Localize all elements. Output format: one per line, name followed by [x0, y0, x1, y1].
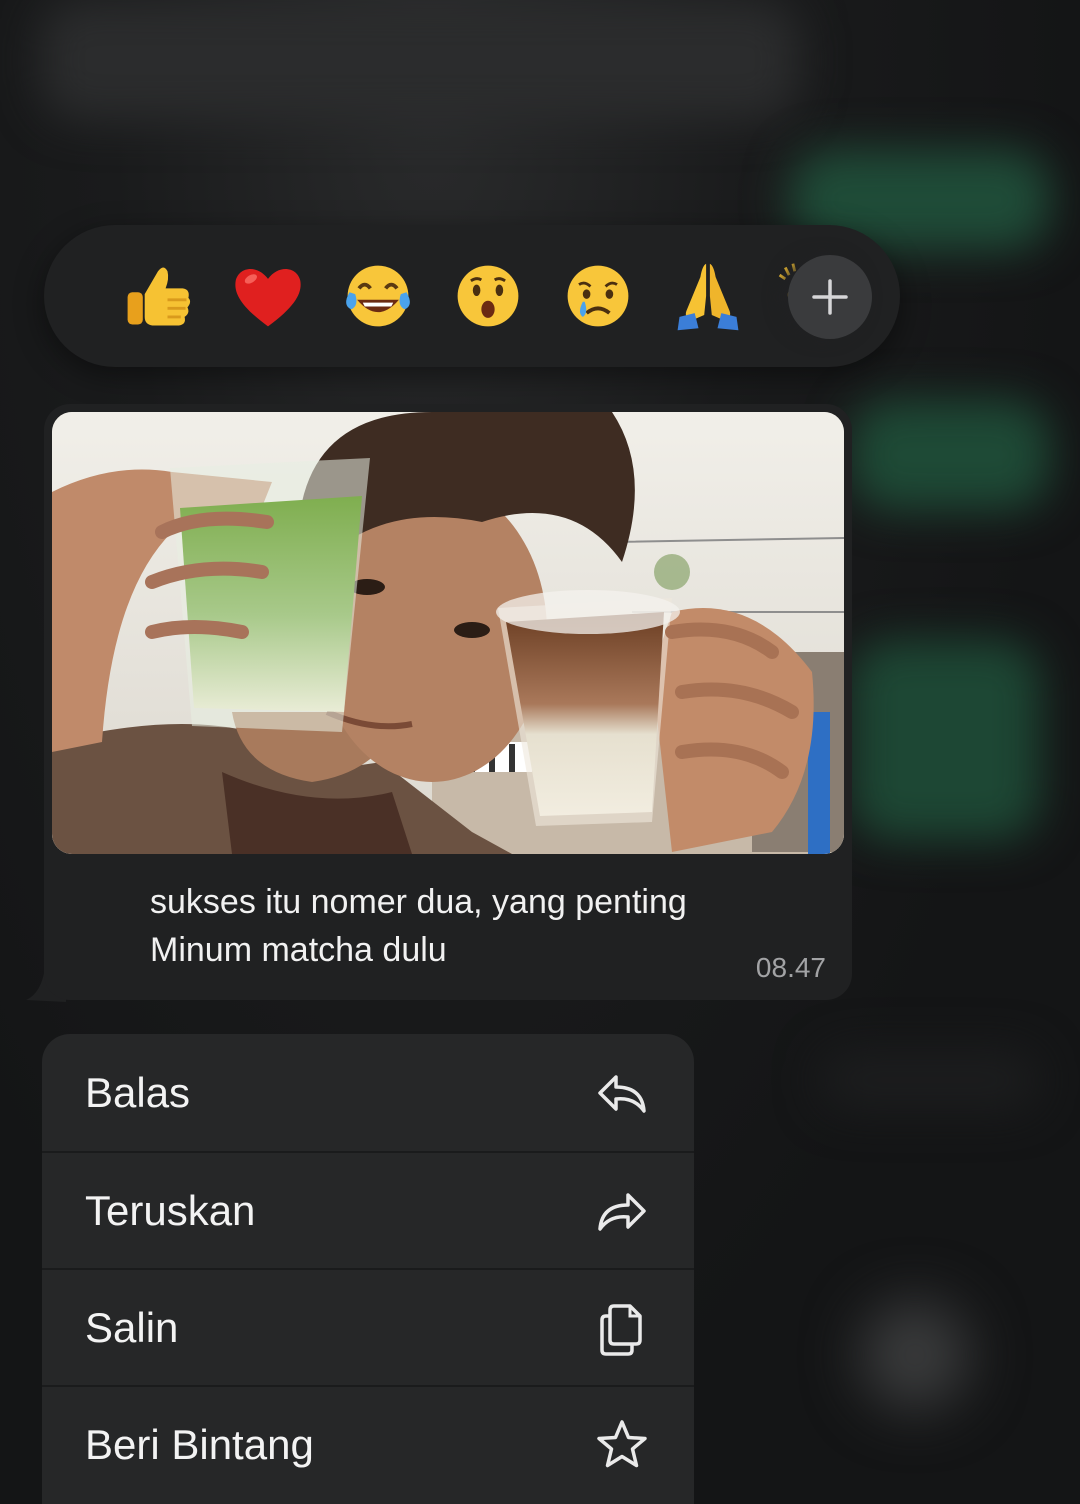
crying-face-emoji[interactable]	[558, 225, 638, 367]
menu-item-forward[interactable]: Teruskan	[42, 1151, 694, 1268]
menu-item-star[interactable]: Beri Bintang	[42, 1385, 694, 1502]
face-with-tears-of-joy-emoji[interactable]	[338, 225, 418, 367]
caption-line: sukses itu nomer dua, yang penting	[150, 883, 687, 921]
blurred-message	[850, 400, 1050, 510]
blurred-message	[860, 1300, 970, 1410]
thumbs-up-emoji[interactable]	[118, 225, 198, 367]
reply-icon	[594, 1065, 650, 1121]
message-bubble[interactable]: sukses itu nomer dua, yang penting Minum…	[44, 404, 852, 1000]
caption-line: Minum matcha dulu	[150, 931, 447, 969]
menu-item-label: Teruskan	[85, 1186, 256, 1234]
blurred-message	[850, 640, 1040, 840]
message-context-menu: Balas Teruskan Salin Beri Bintang	[42, 1034, 694, 1504]
chat-screen: sukses itu nomer dua, yang penting Minum…	[0, 0, 1080, 1504]
blurred-message	[820, 1050, 1040, 1110]
message-photo[interactable]	[52, 412, 844, 854]
blurred-message	[40, 0, 800, 120]
forward-icon	[594, 1183, 650, 1239]
menu-item-label: Salin	[85, 1303, 179, 1351]
add-reaction-button[interactable]	[788, 255, 872, 339]
menu-item-label: Beri Bintang	[85, 1420, 314, 1468]
red-heart-emoji[interactable]	[228, 225, 308, 367]
menu-item-copy[interactable]: Salin	[42, 1268, 694, 1385]
plus-icon	[812, 279, 848, 315]
copy-icon	[594, 1300, 650, 1356]
message-timestamp: 08.47	[755, 952, 826, 983]
message-caption: sukses itu nomer dua, yang penting Minum…	[150, 878, 790, 974]
surprised-face-emoji[interactable]	[448, 225, 528, 367]
folded-hands-emoji[interactable]	[668, 225, 748, 367]
star-icon	[594, 1417, 650, 1473]
menu-item-reply[interactable]: Balas	[42, 1034, 694, 1151]
menu-item-label: Balas	[85, 1068, 191, 1116]
reaction-bar	[44, 225, 900, 367]
